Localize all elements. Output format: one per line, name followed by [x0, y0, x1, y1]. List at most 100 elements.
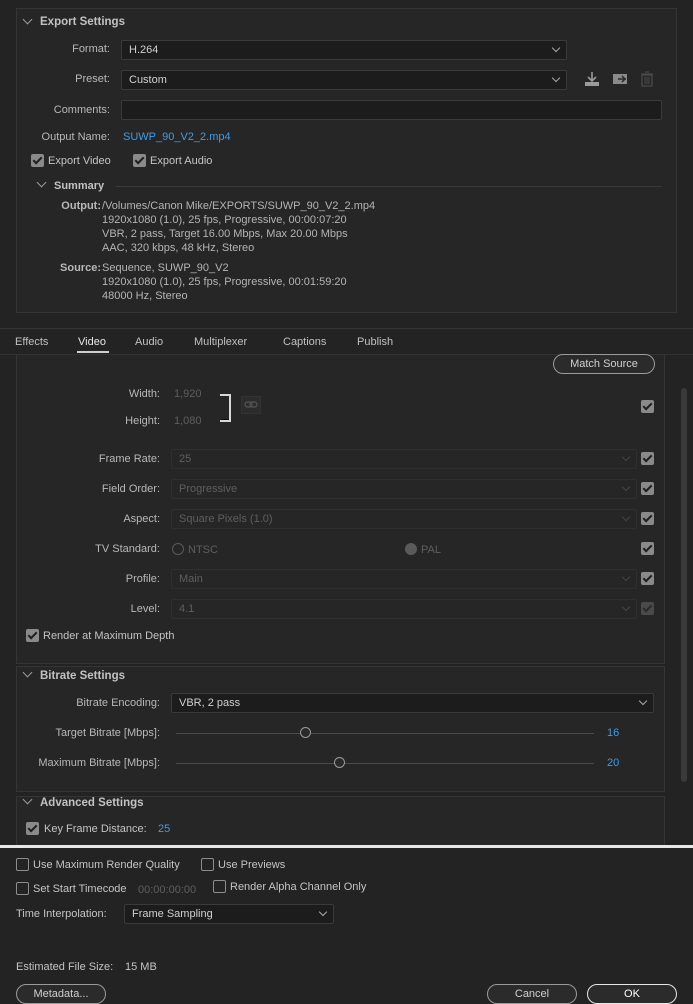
chevron-down-icon	[318, 907, 328, 917]
height-label: Height:	[125, 415, 160, 427]
tv-standard-match-checkbox[interactable]	[641, 542, 654, 555]
save-preset-icon[interactable]	[583, 71, 601, 87]
field-order-dropdown: Progressive	[171, 479, 637, 499]
tab-video[interactable]: Video	[78, 336, 106, 348]
advanced-settings-header: Advanced Settings	[40, 797, 144, 809]
key-frame-distance-checkbox[interactable]	[26, 822, 39, 835]
cancel-button[interactable]: Cancel	[487, 984, 577, 1004]
chevron-down-icon	[621, 512, 631, 522]
summary-source-label: Source:	[60, 262, 101, 274]
tab-audio[interactable]: Audio	[135, 336, 163, 348]
use-previews-checkbox[interactable]	[201, 858, 214, 871]
match-dimensions-checkbox[interactable]	[641, 400, 654, 413]
chain-link-icon[interactable]	[241, 396, 261, 414]
bitrate-settings-header: Bitrate Settings	[40, 670, 125, 682]
profile-match-checkbox[interactable]	[641, 572, 654, 585]
preset-dropdown[interactable]: Custom	[121, 70, 567, 90]
tab-captions[interactable]: Captions	[283, 336, 326, 348]
target-bitrate-label: Target Bitrate [Mbps]:	[55, 727, 160, 739]
aspect-value: Square Pixels (1.0)	[179, 513, 273, 525]
chevron-down-icon	[621, 452, 631, 462]
width-value: 1,920	[174, 388, 202, 400]
summary-output-label: Output:	[61, 200, 101, 212]
summary-source-line: Sequence, SUWP_90_V2	[102, 262, 229, 274]
render-alpha-checkbox[interactable]	[213, 880, 226, 893]
max-bitrate-value[interactable]: 20	[607, 757, 619, 769]
match-source-button[interactable]: Match Source	[553, 354, 655, 374]
summary-header: Summary	[54, 180, 105, 192]
aspect-label: Aspect:	[123, 513, 160, 525]
tab-multiplexer[interactable]: Multiplexer	[194, 336, 247, 348]
comments-label: Comments:	[53, 104, 110, 116]
summary-output-line: 1920x1080 (1.0), 25 fps, Progressive, 00…	[102, 214, 347, 226]
tab-publish[interactable]: Publish	[357, 336, 393, 348]
ok-button[interactable]: OK	[587, 984, 677, 1004]
profile-value: Main	[179, 573, 203, 585]
level-label: Level:	[130, 603, 160, 615]
aspect-match-checkbox[interactable]	[641, 512, 654, 525]
time-interpolation-dropdown[interactable]: Frame Sampling	[124, 904, 334, 924]
chevron-down-icon	[621, 602, 631, 612]
chevron-down-icon	[621, 482, 631, 492]
ntsc-label: NTSC	[188, 544, 218, 556]
export-settings-header: Export Settings	[40, 16, 125, 28]
estimated-file-size-value: 15 MB	[125, 961, 157, 973]
time-interpolation-label: Time Interpolation:	[16, 908, 107, 920]
chevron-down-icon	[551, 43, 561, 53]
format-label: Format:	[72, 43, 110, 55]
output-name-link[interactable]: SUWP_90_V2_2.mp4	[123, 131, 231, 143]
pal-radio	[405, 543, 417, 555]
pal-label: PAL	[421, 544, 441, 556]
use-previews-label: Use Previews	[218, 859, 286, 871]
export-video-checkbox[interactable]	[31, 154, 44, 167]
dimension-link-bracket	[220, 394, 231, 422]
render-max-depth-checkbox[interactable]	[26, 629, 39, 642]
target-bitrate-track	[176, 733, 594, 734]
level-value: 4.1	[179, 603, 195, 615]
max-bitrate-track	[176, 763, 594, 764]
summary-output-line: AAC, 320 kbps, 48 kHz, Stereo	[102, 242, 255, 254]
max-bitrate-label: Maximum Bitrate [Mbps]:	[38, 757, 160, 769]
export-audio-checkbox[interactable]	[133, 154, 146, 167]
target-bitrate-slider-handle[interactable]	[300, 727, 312, 738]
ntsc-radio	[172, 543, 184, 555]
width-label: Width:	[128, 388, 160, 400]
set-start-timecode-checkbox[interactable]	[16, 882, 29, 895]
key-frame-distance-value[interactable]: 25	[158, 823, 170, 835]
format-dropdown[interactable]: H.264	[121, 40, 567, 60]
frame-rate-match-checkbox[interactable]	[641, 452, 654, 465]
settings-scrollbar[interactable]	[681, 388, 687, 782]
tv-standard-label: TV Standard:	[95, 543, 160, 555]
summary-source-line: 1920x1080 (1.0), 25 fps, Progressive, 00…	[102, 276, 347, 288]
summary-divider	[116, 186, 662, 187]
level-match-checkbox	[641, 602, 654, 615]
set-start-timecode-label: Set Start Timecode	[33, 883, 127, 895]
tab-effects[interactable]: Effects	[15, 336, 48, 348]
frame-rate-value: 25	[179, 453, 192, 465]
field-order-label: Field Order:	[101, 483, 160, 495]
summary-source-line: 48000 Hz, Stereo	[102, 290, 188, 302]
render-alpha-label: Render Alpha Channel Only	[230, 881, 367, 893]
delete-preset-icon[interactable]	[640, 71, 654, 87]
metadata-button[interactable]: Metadata...	[16, 984, 106, 1004]
preset-label: Preset:	[75, 73, 110, 85]
footer-area	[0, 848, 693, 1002]
field-order-value: Progressive	[179, 483, 238, 495]
max-render-quality-checkbox[interactable]	[16, 858, 29, 871]
bitrate-encoding-value: VBR, 2 pass	[179, 697, 241, 709]
export-audio-label: Export Audio	[150, 155, 213, 167]
key-frame-distance-label: Key Frame Distance:	[44, 823, 147, 835]
target-bitrate-value[interactable]: 16	[607, 727, 619, 739]
profile-label: Profile:	[125, 573, 160, 585]
export-video-label: Export Video	[48, 155, 111, 167]
bitrate-encoding-dropdown[interactable]: VBR, 2 pass	[171, 693, 654, 713]
estimated-file-size-label: Estimated File Size:	[16, 961, 114, 973]
comments-field[interactable]	[121, 100, 662, 120]
chevron-down-icon	[621, 572, 631, 582]
field-order-match-checkbox[interactable]	[641, 482, 654, 495]
frame-rate-label: Frame Rate:	[98, 453, 160, 465]
time-interpolation-value: Frame Sampling	[132, 908, 213, 920]
max-render-quality-label: Use Maximum Render Quality	[33, 859, 180, 871]
max-bitrate-slider-handle[interactable]	[333, 757, 345, 768]
import-preset-icon[interactable]	[611, 71, 629, 87]
